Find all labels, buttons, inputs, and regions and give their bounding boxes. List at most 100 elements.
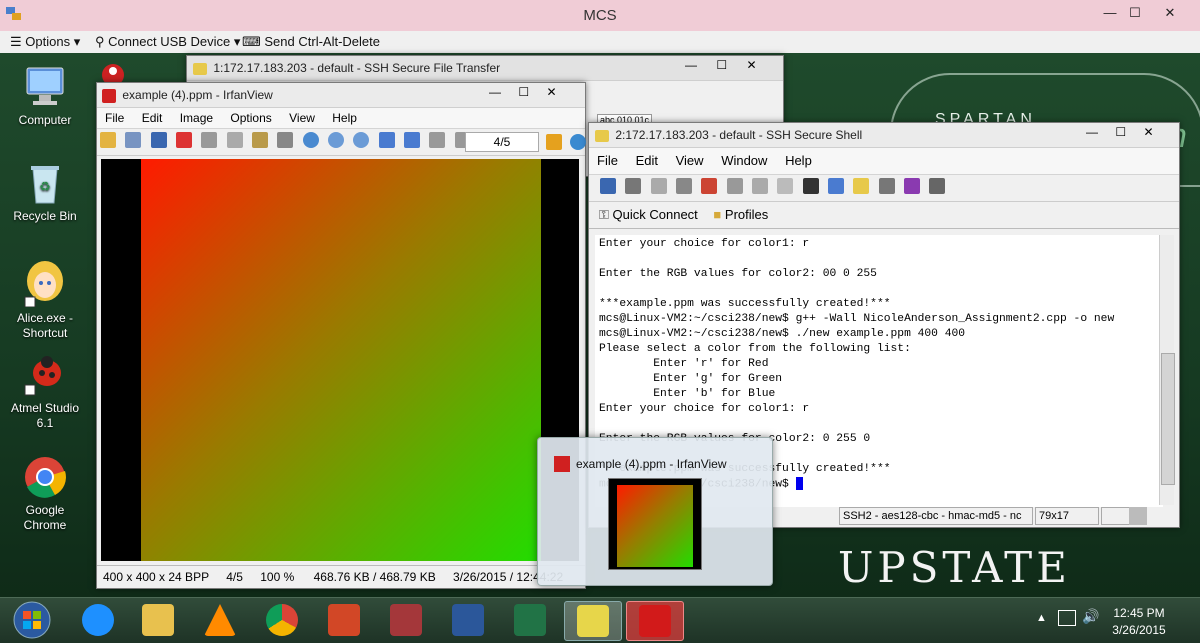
irfanview-window-controls[interactable]: — ☐ ✕ [482,85,564,99]
taskbar-irfanview[interactable] [626,601,684,641]
close-button[interactable]: ✕ [1155,3,1185,23]
taskbar-vlc[interactable] [192,601,248,639]
taskbar-internet-explorer[interactable] [70,601,126,639]
taskbar-chrome[interactable] [254,601,310,639]
context-help-icon[interactable] [929,178,946,194]
print-preview-icon[interactable] [650,178,667,194]
info-icon[interactable] [302,132,319,148]
menu-help[interactable]: Help [785,153,812,168]
clock[interactable]: 12:45 PM 3/26/2015 [1104,606,1174,637]
menu-image[interactable]: Image [180,111,213,125]
help-book-icon[interactable] [904,178,921,194]
desktop-icon-recycle-bin[interactable]: ♻ Recycle Bin [5,161,85,224]
file-transfer-title: 1:172.17.183.203 - default - SSH Secure … [213,61,501,75]
open-icon[interactable] [100,132,116,148]
next-icon[interactable] [404,132,421,148]
first-icon[interactable] [429,132,446,148]
menu-edit[interactable]: Edit [636,153,658,168]
slideshow-icon[interactable] [125,132,142,148]
find-icon[interactable] [802,178,819,194]
desktop-icon-atmel[interactable]: Atmel Studio 6.1 [5,353,85,431]
menu-view[interactable]: View [289,111,315,125]
disconnect-icon[interactable] [701,178,718,194]
undo-icon[interactable] [277,132,294,148]
copy-icon[interactable] [726,178,743,194]
print-icon[interactable] [625,178,642,194]
page-counter[interactable]: 4/5 [465,132,539,152]
quick-connect-label: Quick Connect [612,207,698,222]
svg-text:♻: ♻ [39,179,51,194]
delete-icon[interactable] [176,132,193,148]
maximize-button[interactable]: ☐ [1120,3,1150,23]
close-icon[interactable]: ✕ [1143,125,1153,139]
minimize-icon[interactable]: — [685,58,697,72]
options-menu[interactable]: ☰ Options ▾ [10,34,80,50]
start-button[interactable] [10,601,54,639]
terminal-line: mcs@Linux-VM2:~/csci238/new$ ./new examp… [599,328,966,340]
usb-icon: ⚲ [95,34,105,49]
irfanview-app-icon [102,88,116,103]
irfanview-canvas [101,159,579,561]
connect-usb-menu[interactable]: ⚲ Connect USB Device ▾ [95,34,240,50]
menu-file[interactable]: File [105,111,124,125]
save-icon[interactable] [600,178,616,194]
volume-icon[interactable]: 🔊 [1082,608,1099,625]
send-cad-label: Send Ctrl-Alt-Delete [264,34,380,49]
send-cad-button[interactable]: ⌨ Send Ctrl-Alt-Delete [242,34,380,50]
cut-icon[interactable] [201,132,218,148]
taskbar-file-explorer[interactable] [130,601,186,639]
desktop-icon-alice[interactable]: Alice.exe - Shortcut [5,259,85,341]
taskbar-thumbnail[interactable]: example (4).ppm - IrfanView [537,437,773,586]
menu-edit[interactable]: Edit [142,111,163,125]
close-icon[interactable]: ✕ [546,85,556,99]
save-icon[interactable] [150,132,167,148]
taskbar-powerpoint[interactable] [316,601,372,639]
menu-window[interactable]: Window [721,153,767,168]
prev-icon[interactable] [378,132,395,148]
new-terminal-icon[interactable] [828,178,845,194]
desktop-icon-chrome[interactable]: Google Chrome [5,455,85,533]
tray-overflow-icon[interactable]: ▲ [1036,612,1047,624]
taskbar-excel[interactable] [502,601,558,639]
maximize-icon[interactable]: ☐ [1115,125,1126,139]
maximize-icon[interactable]: ☐ [518,85,529,99]
taskbar-access[interactable] [378,601,434,639]
file-transfer-app-icon [193,62,207,75]
minimize-icon[interactable]: — [1086,125,1098,139]
terminal-line: Enter your choice for color1: r [599,403,810,415]
close-icon[interactable]: ✕ [746,58,756,72]
settings-icon[interactable] [878,178,895,194]
quick-connect-button[interactable]: ⚿ Quick Connect [599,207,701,222]
paste-icon[interactable] [252,132,269,148]
taskbar-ssh-client[interactable] [564,601,622,641]
profiles-button[interactable]: ■ Profiles [713,207,768,222]
zoom-out-icon[interactable] [353,132,370,148]
connect-icon[interactable] [676,178,693,194]
desktop-icon-computer[interactable]: Computer [5,65,85,128]
copy-icon[interactable] [226,132,243,148]
image-gradient [141,159,541,561]
zoom-in-icon[interactable] [328,132,345,148]
minimize-icon[interactable]: — [489,85,501,99]
terminal-cursor [795,477,803,490]
new-file-transfer-icon[interactable] [853,178,870,194]
file-transfer-window-controls[interactable]: — ☐ ✕ [677,58,765,72]
settings-icon[interactable] [546,134,562,150]
help-icon[interactable] [570,134,586,150]
irfanview-thumbnail-icon [554,456,570,472]
irfanview-window[interactable]: example (4).ppm - IrfanView — ☐ ✕ File E… [96,82,586,589]
ssh-window-controls[interactable]: — ☐ ✕ [1079,125,1161,139]
maximize-icon[interactable]: ☐ [716,58,727,72]
paste-all-icon[interactable] [777,178,794,194]
menu-options[interactable]: Options [230,111,271,125]
terminal-scrollbar[interactable] [1159,235,1175,505]
action-center-icon[interactable] [1058,610,1076,626]
paste-icon[interactable] [752,178,769,194]
menu-view[interactable]: View [676,153,704,168]
menu-file[interactable]: File [597,153,618,168]
thumbnail-gradient [617,485,693,567]
menu-help[interactable]: Help [332,111,357,125]
taskbar-word[interactable] [440,601,496,639]
scrollbar-thumb[interactable] [1161,353,1175,485]
status-icon [1129,507,1147,525]
